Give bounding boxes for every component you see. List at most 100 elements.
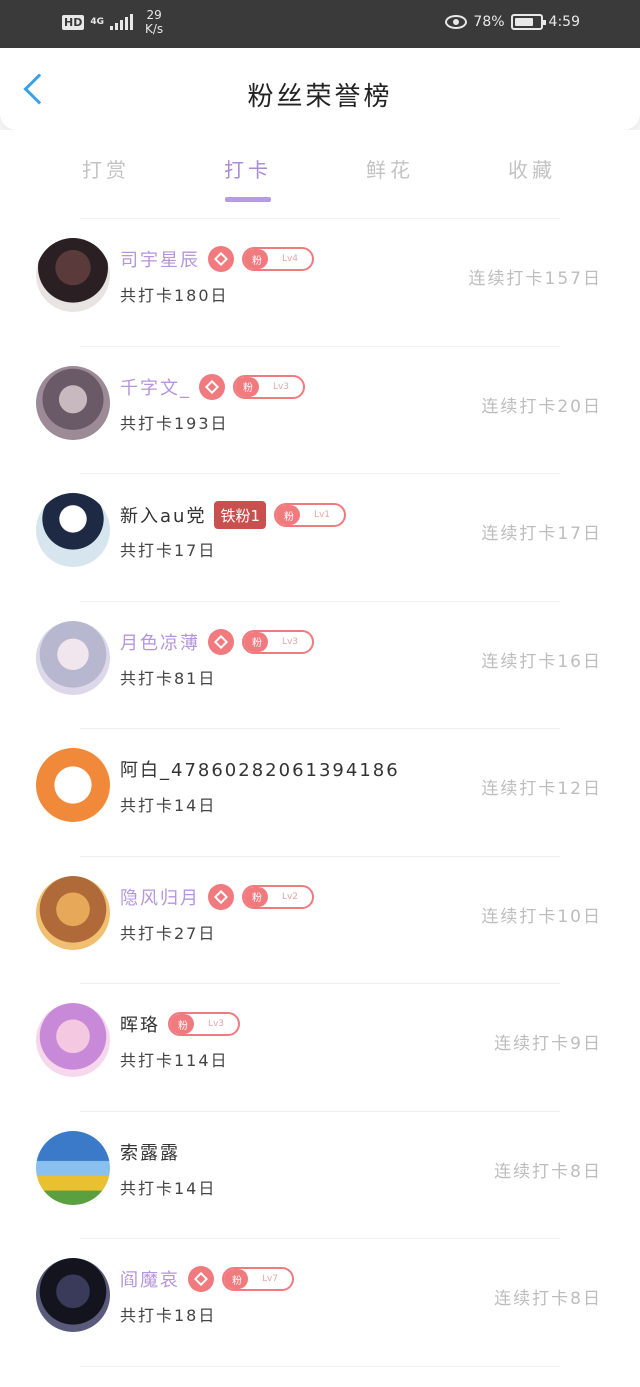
avatar[interactable] [36, 365, 110, 440]
list-item[interactable]: 阎魔哀 粉 Lv7 共打卡18日 连续打卡8日 [0, 1238, 640, 1366]
user-name[interactable]: 新入au党 [120, 502, 206, 528]
name-line: 阿白_4786028206139418​6 [120, 756, 400, 782]
avatar[interactable] [36, 1258, 110, 1332]
tab-flowers[interactable]: 鲜花 [330, 154, 450, 183]
row-divider [80, 855, 560, 857]
total-checkin-days: 共打卡193日 [120, 413, 229, 433]
list-item[interactable]: 索露露共打卡14日 连续打卡8日 [0, 1110, 640, 1239]
total-checkin-days: 共打卡81日 [120, 668, 217, 688]
active-tab-indicator [225, 197, 271, 202]
tab-checkin[interactable]: 打卡 [188, 154, 308, 202]
diamond-icon [199, 373, 225, 400]
name-line: 千字文_ 粉 Lv3 [120, 373, 305, 400]
row-divider [80, 218, 560, 219]
avatar[interactable] [36, 238, 110, 312]
network-indicators: HD 4G 29 K/s [62, 8, 163, 36]
name-line: 月色凉薄 粉 Lv3 [120, 628, 314, 655]
avatar[interactable] [36, 620, 110, 695]
user-name[interactable]: 隐风归月 [120, 884, 200, 910]
total-checkin-days: 共打卡114日 [120, 1051, 229, 1070]
network-speed: 29 K/s [145, 8, 164, 36]
page-title: 粉丝荣誉榜 [247, 82, 393, 112]
user-name[interactable]: 司宇星辰 [120, 246, 200, 272]
row-divider [80, 345, 560, 347]
fan-level: Lv3 [281, 636, 299, 647]
fan-label: 粉 [170, 1014, 194, 1034]
hd-icon: HD [62, 14, 85, 30]
fan-label: 粉 [244, 249, 268, 269]
total-checkin-days: 共打卡14日 [120, 1178, 217, 1198]
avatar[interactable] [36, 875, 110, 950]
row-divider [80, 728, 560, 729]
diamond-icon [208, 883, 234, 910]
fan-ranking-list: 司宇星辰粉 Lv4 共打卡180日 连续打卡157日 千字文_ 粉 Lv3 共打卡193日 连续… [0, 218, 640, 1387]
fan-level: Lv3 [207, 1019, 225, 1029]
user-name[interactable]: 阎魔哀 [120, 1266, 180, 1292]
system-indicators: 78% 4:59 [445, 14, 580, 30]
total-checkin-days: 共打卡18日 [120, 1306, 217, 1325]
user-name[interactable]: 晖珞 [120, 1011, 160, 1037]
streak-checkin-days: 连续打卡157日 [468, 269, 602, 289]
avatar[interactable] [36, 1003, 110, 1077]
list-item[interactable]: 月色凉薄 粉 Lv3 共打卡81日 连续打卡16日 [0, 600, 640, 729]
list-item[interactable]: 司宇星辰 粉 Lv4 共打卡180日 连续打卡157日 [0, 218, 640, 346]
user-name[interactable]: 月色凉薄 [120, 629, 200, 655]
total-checkin-days: 共打卡27日 [120, 923, 217, 943]
user-name[interactable]: 索露露 [120, 1139, 180, 1165]
name-line: 晖珞粉 Lv3 [120, 1011, 240, 1037]
fan-level-badge: 粉 Lv1 [274, 503, 346, 527]
total-checkin-days: 共打卡180日 [120, 286, 229, 305]
user-name[interactable]: 阿白_4786028206139418​6 [120, 756, 400, 782]
avatar[interactable] [36, 748, 110, 822]
streak-checkin-days: 连续打卡20日 [481, 396, 602, 417]
fan-level: Lv3 [272, 381, 290, 392]
iron-fan-badge: 铁粉1 [214, 501, 266, 529]
battery-icon [510, 14, 546, 30]
avatar[interactable] [36, 493, 110, 567]
diamond-icon [188, 1266, 214, 1292]
total-checkin-days: 共打卡14日 [120, 796, 217, 815]
page-header: 粉丝荣誉榜 [0, 48, 640, 130]
user-name[interactable]: 千字文_ [120, 374, 191, 400]
list-item[interactable]: 新入au党 铁粉1 粉 Lv1 共打卡17日 连续打卡17日 [0, 473, 640, 601]
tab-bar: 打赏 打卡 鲜花 收藏 [0, 130, 640, 218]
clock: 4:59 [548, 14, 580, 30]
fan-level-badge: 粉 Lv7 [222, 1267, 294, 1291]
streak-checkin-days: 连续打卡12日 [481, 779, 602, 799]
fan-label: 粉 [235, 376, 259, 397]
streak-checkin-days: 连续打卡8日 [494, 1161, 602, 1182]
name-line: 阎魔哀 粉 Lv7 [120, 1266, 294, 1292]
streak-checkin-days: 连续打卡9日 [494, 1034, 602, 1054]
fan-level: Lv4 [281, 254, 299, 264]
fan-level-badge: 粉 Lv3 [168, 1012, 240, 1036]
total-checkin-days: 共打卡17日 [120, 541, 217, 560]
list-item[interactable]: 阿白_4786028206139418​6 共打卡14日 连续打卡12日 [0, 728, 640, 856]
fan-label: 粉 [224, 1269, 248, 1289]
row-divider [80, 1238, 560, 1239]
streak-checkin-days: 连续打卡16日 [481, 651, 602, 672]
avatar[interactable] [36, 1130, 110, 1205]
eye-comfort-icon [445, 15, 468, 29]
list-item[interactable]: 晖珞粉 Lv3 共打卡114日 连续打卡9日 [0, 983, 640, 1111]
battery-percent: 78% [473, 14, 505, 30]
fan-level-badge: 粉 Lv3 [233, 374, 305, 399]
fan-label: 粉 [244, 631, 268, 652]
streak-checkin-days: 连续打卡8日 [494, 1289, 602, 1309]
name-line: 新入au党 铁粉1 粉 Lv1 [120, 501, 346, 529]
fan-level: Lv7 [261, 1274, 279, 1284]
fan-level-badge: 粉 Lv3 [242, 629, 314, 654]
fan-label: 粉 [244, 886, 268, 907]
signal-icon [110, 14, 133, 30]
diamond-icon [208, 628, 234, 655]
tab-favorites[interactable]: 收藏 [472, 154, 592, 183]
row-divider [80, 600, 560, 602]
streak-checkin-days: 连续打卡10日 [481, 906, 602, 927]
row-divider [80, 473, 560, 474]
tab-reward[interactable]: 打赏 [46, 154, 166, 183]
diamond-icon [208, 246, 234, 272]
fan-level: Lv2 [281, 891, 299, 902]
network-gen-label: 4G [90, 17, 104, 27]
list-item[interactable]: 千字文_ 粉 Lv3 共打卡193日 连续打卡20日 [0, 345, 640, 474]
fan-level-badge: 粉 Lv4 [242, 247, 314, 271]
list-item[interactable]: 隐风归月 粉 Lv2 共打卡27日 连续打卡10日 [0, 855, 640, 984]
